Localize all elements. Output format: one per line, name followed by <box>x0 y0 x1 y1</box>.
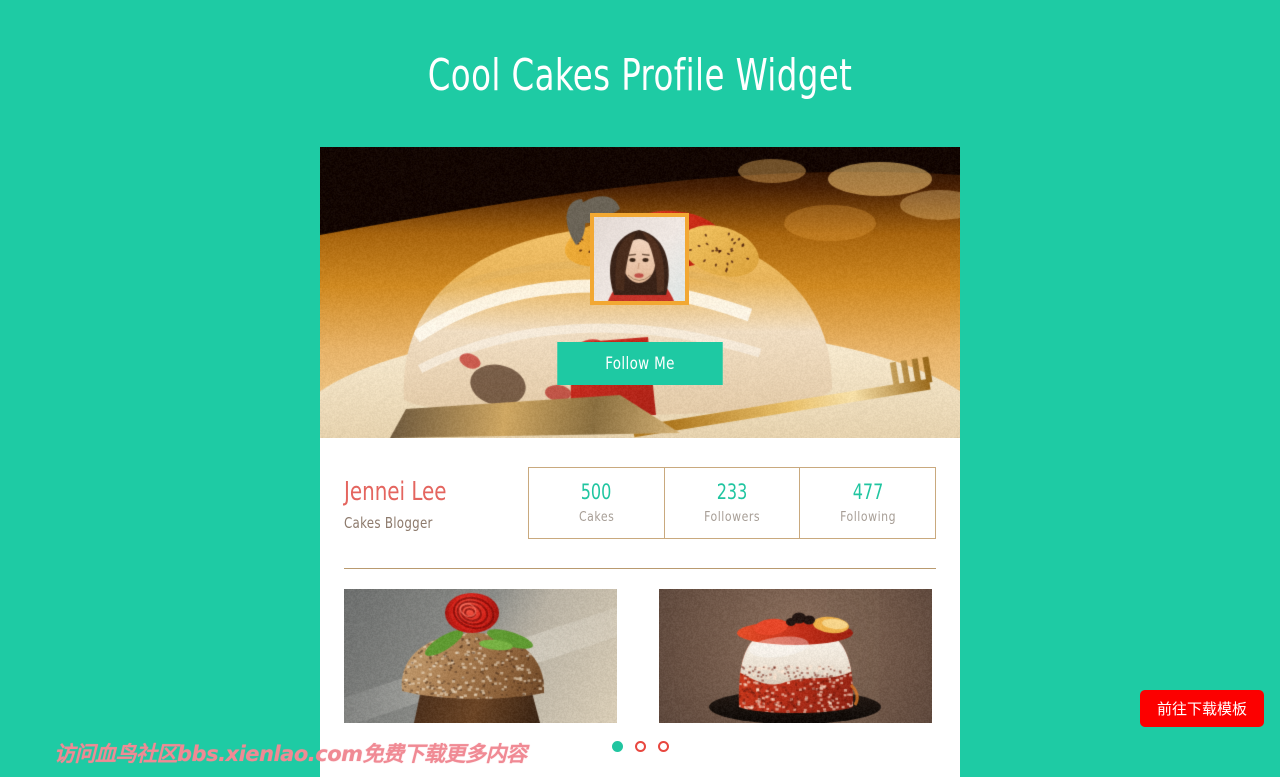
gallery-row <box>320 569 960 723</box>
stat-cakes[interactable]: 500 Cakes <box>529 468 665 538</box>
carousel-dot-2[interactable] <box>634 741 646 752</box>
stat-cakes-label: Cakes <box>578 508 615 525</box>
user-name: Jennei Lee <box>344 476 447 507</box>
page-title: Cool Cakes Profile Widget <box>427 50 853 101</box>
profile-info-row: Jennei Lee Cakes Blogger 500 Cakes 233 F… <box>320 438 960 568</box>
user-role: Cakes Blogger <box>344 514 433 533</box>
site-watermark: 访问血鸟社区bbs.xienlao.com免费下载更多内容 <box>54 742 527 766</box>
cover-photo: Follow Me <box>320 147 960 438</box>
gallery-thumb-1-image <box>344 589 617 723</box>
avatar[interactable] <box>590 213 689 305</box>
stat-followers[interactable]: 233 Followers <box>665 468 801 538</box>
stat-following[interactable]: 477 Following <box>800 468 935 538</box>
carousel-dot-1[interactable] <box>611 741 623 752</box>
carousel-dot-3[interactable] <box>657 741 669 752</box>
identity-block: Jennei Lee Cakes Blogger <box>344 474 528 533</box>
stat-followers-label: Followers <box>704 508 761 525</box>
stat-following-label: Following <box>839 508 896 525</box>
gallery-thumb-2-image <box>659 589 932 723</box>
avatar-image <box>594 217 685 301</box>
gallery-thumb-2[interactable] <box>659 589 932 723</box>
gallery-thumb-1[interactable] <box>344 589 617 723</box>
stat-following-value: 477 <box>852 480 883 505</box>
follow-me-button[interactable]: Follow Me <box>557 342 723 385</box>
stat-followers-value: 233 <box>716 480 748 505</box>
profile-widget-card: Follow Me Jennei Lee Cakes Blogger 500 C… <box>320 147 960 777</box>
download-template-button[interactable]: 前往下载模板 <box>1140 690 1264 727</box>
stat-cakes-value: 500 <box>581 480 612 505</box>
stats-group: 500 Cakes 233 Followers 477 Following <box>528 467 936 539</box>
